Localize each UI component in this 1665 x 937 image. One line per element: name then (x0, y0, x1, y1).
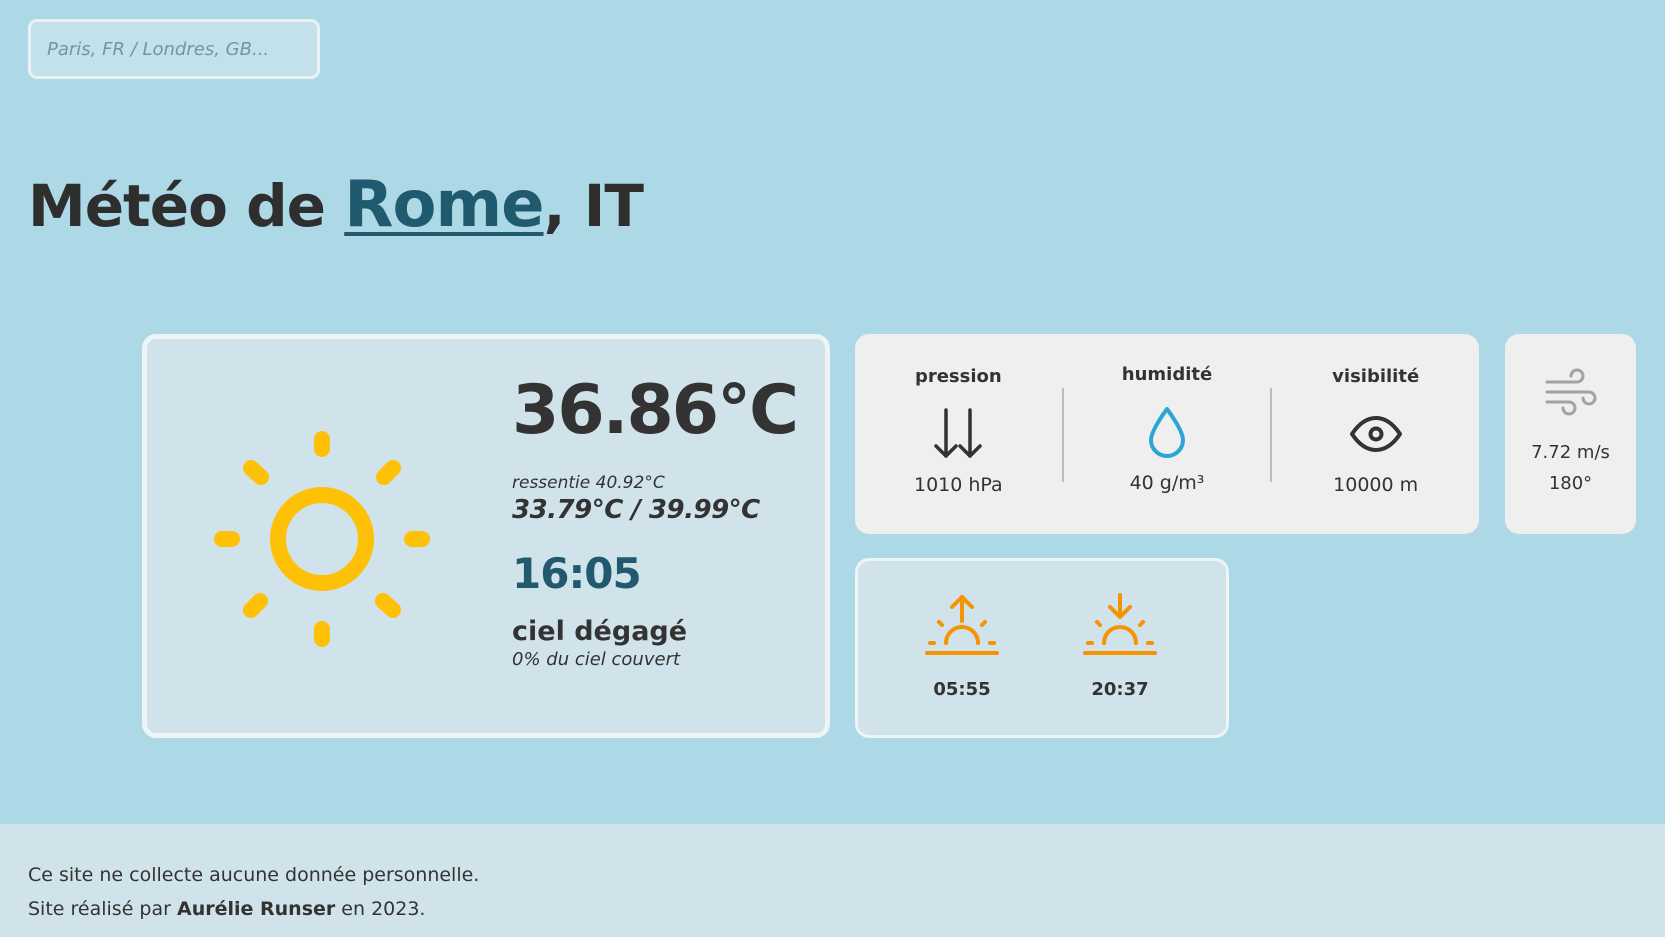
author-name: Aurélie Runser (177, 898, 336, 920)
wind-speed: 7.72 m/s (1531, 442, 1610, 463)
wind-icon (1545, 368, 1596, 416)
feels-like: ressentie 40.92°C (512, 473, 665, 493)
footer: Ce site ne collecte aucune donnée person… (0, 824, 1665, 937)
humidity-value: 40 g/m³ (1129, 472, 1205, 494)
title-prefix: Météo de (28, 172, 345, 240)
sunset-time: 20:37 (1091, 679, 1149, 700)
sunrise-icon (925, 595, 999, 655)
title-country: , IT (543, 172, 644, 240)
credits-prefix: Site réalisé par (28, 898, 177, 920)
humidity-stat: humidité 40 g/m³ (1064, 334, 1271, 534)
credits-suffix: en 2023. (335, 898, 426, 920)
sun-times-card: 05:55 20:37 (855, 558, 1229, 738)
stats-card: pression 1010 hPa humidité 40 g/m³ visib… (855, 334, 1479, 534)
humidity-label: humidité (1121, 364, 1213, 385)
visibility-value: 10000 m (1333, 474, 1419, 496)
page-title: Météo de Rome, IT (28, 168, 644, 242)
search-container (28, 19, 320, 79)
wind-direction: 180° (1548, 473, 1593, 494)
pressure-value: 1010 hPa (913, 474, 1003, 496)
temperature-block: 36.86°C ressentie 40.92°C 33.79°C / 39.9… (512, 371, 822, 671)
search-input[interactable] (28, 19, 320, 79)
sun-icon (214, 431, 430, 647)
temperature: 36.86°C (512, 371, 799, 450)
wind-card: 7.72 m/s 180° (1505, 334, 1636, 534)
sunset-icon (1083, 593, 1157, 655)
min-max-temperature: 33.79°C / 39.99°C (512, 495, 760, 525)
pressure-label: pression (914, 366, 1002, 387)
pressure-stat: pression 1010 hPa (855, 334, 1062, 534)
current-weather-card: 36.86°C ressentie 40.92°C 33.79°C / 39.9… (142, 334, 830, 738)
sunrise-time: 05:55 (933, 679, 991, 700)
city-link[interactable]: Rome (344, 168, 544, 242)
droplet-icon (1137, 402, 1197, 462)
pressure-arrows-icon (928, 404, 988, 464)
eye-icon (1346, 404, 1406, 464)
visibility-stat: visibilité 10000 m (1272, 334, 1479, 534)
local-time: 16:05 (512, 549, 642, 598)
credits: Site réalisé par Aurélie Runser en 2023. (28, 892, 1637, 926)
sunrise: 05:55 (924, 591, 1000, 735)
weather-description: ciel dégagé (512, 616, 688, 647)
privacy-notice: Ce site ne collecte aucune donnée person… (28, 864, 480, 886)
visibility-label: visibilité (1332, 366, 1420, 387)
page: Météo de Rome, IT 36.86°C ressentie 40.9… (0, 0, 1665, 937)
cloud-coverage: 0% du ciel couvert (512, 649, 681, 670)
sunset: 20:37 (1082, 591, 1158, 735)
